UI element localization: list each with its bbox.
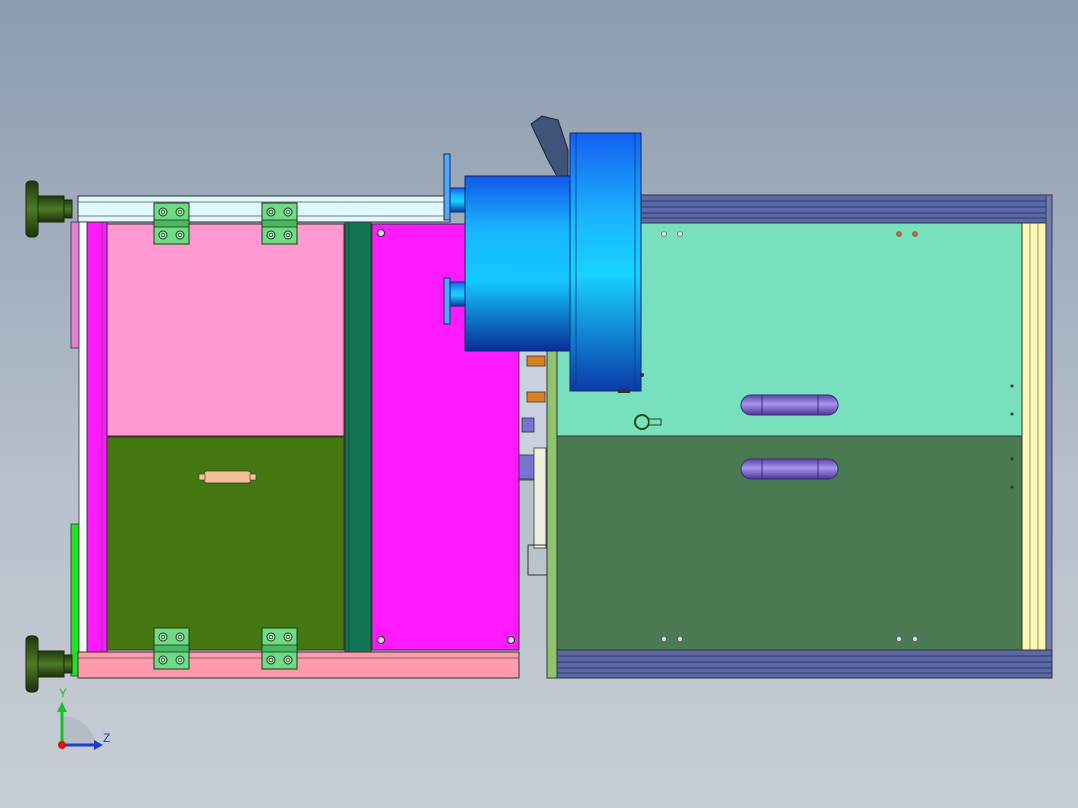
flange-lower — [443, 277, 451, 325]
olive-panel — [106, 436, 345, 651]
axis-triad — [57, 702, 103, 750]
blower-assembly — [443, 115, 644, 393]
flange-upper — [443, 153, 451, 221]
cad-assembly-view — [25, 115, 1053, 750]
bottom-rail — [77, 651, 520, 679]
blower-handle — [530, 115, 569, 177]
handle-lower — [740, 458, 839, 480]
magenta-side-wall — [86, 221, 108, 653]
left-edge-strip-pink — [70, 221, 80, 349]
left-frame — [70, 195, 520, 679]
hinge-top-left — [153, 202, 190, 245]
hinge-top-right — [261, 202, 298, 245]
blower-drum — [569, 132, 642, 392]
hinge-bottom-right — [261, 627, 298, 670]
leveling-foot-bottom — [25, 635, 73, 693]
hinge-bottom-left — [153, 627, 190, 670]
middle-mechanism — [518, 349, 549, 576]
pink-panel — [106, 223, 345, 437]
leveling-foot-top — [25, 180, 73, 238]
right-yellow-strip — [1021, 222, 1047, 651]
handle-upper — [740, 394, 839, 416]
axis-z-label: Z — [103, 731, 111, 745]
axis-y-label: Y — [59, 686, 68, 700]
x-axis-dot — [58, 741, 66, 749]
blower-body — [464, 175, 572, 352]
bottom-navy-rail — [556, 649, 1053, 679]
label-plate — [203, 470, 252, 484]
